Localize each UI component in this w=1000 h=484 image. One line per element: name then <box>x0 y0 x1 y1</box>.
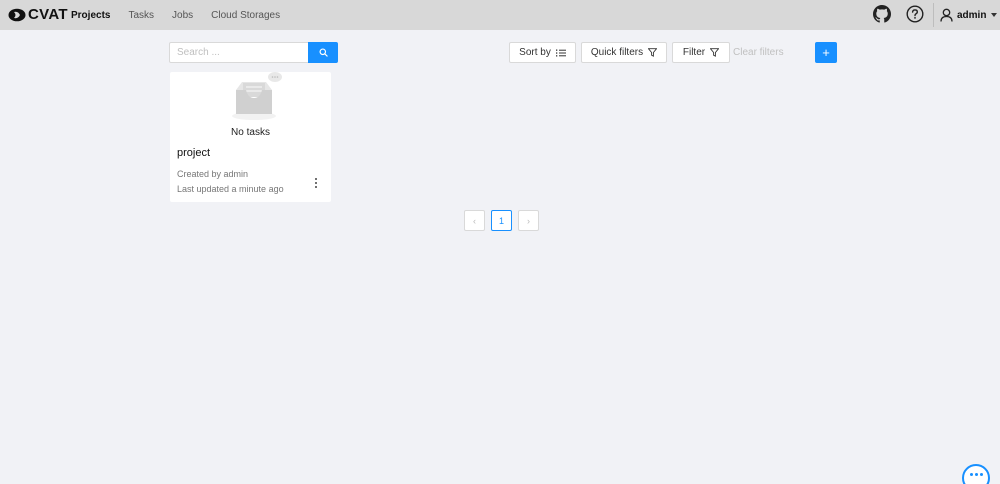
filter-icon <box>648 48 658 57</box>
empty-inbox-icon <box>232 72 282 120</box>
dot <box>969 472 973 476</box>
nav-cloud-storages[interactable]: Cloud Storages <box>211 10 280 21</box>
dot <box>974 472 978 476</box>
chevron-down-icon <box>991 13 998 17</box>
search-icon <box>318 48 328 57</box>
main-nav: Projects Tasks Jobs Cloud Storages <box>71 0 298 30</box>
user-icon <box>940 8 953 22</box>
pagination-next-button[interactable]: › <box>518 210 539 231</box>
project-card[interactable]: No tasks project Created by admin Last u… <box>170 72 331 202</box>
pagination-page-1[interactable]: 1 <box>491 210 512 231</box>
header-divider <box>933 3 934 27</box>
project-preview[interactable]: No tasks <box>170 72 331 142</box>
cvat-logo[interactable]: CVAT <box>8 7 68 23</box>
quick-filters-label: Quick filters <box>590 47 644 58</box>
add-project-button[interactable]: + <box>815 42 837 63</box>
user-menu[interactable]: admin <box>940 7 998 23</box>
project-created-by: Created by admin <box>177 169 249 179</box>
help-icon[interactable] <box>906 5 924 23</box>
project-actions-menu-icon[interactable] <box>311 176 321 190</box>
user-name: admin <box>957 9 987 21</box>
pagination-prev-button[interactable]: ‹ <box>464 210 485 231</box>
floating-chat-button[interactable] <box>962 464 990 484</box>
cvat-eye-icon <box>8 8 26 22</box>
sort-button[interactable]: Sort by <box>509 42 576 63</box>
no-tasks-text: No tasks <box>231 127 270 138</box>
search-button[interactable] <box>308 42 338 63</box>
project-last-updated: Last updated a minute ago <box>177 184 284 194</box>
github-icon[interactable] <box>873 5 891 23</box>
quick-filters-button[interactable]: Quick filters <box>581 42 667 63</box>
nav-tasks[interactable]: Tasks <box>128 10 154 21</box>
nav-jobs[interactable]: Jobs <box>172 10 193 21</box>
project-name[interactable]: project <box>177 147 210 159</box>
dot <box>979 472 983 476</box>
nav-projects[interactable]: Projects <box>71 10 110 21</box>
top-bar: CVAT Projects Tasks Jobs Cloud Storages … <box>0 0 1000 30</box>
search-input[interactable] <box>169 42 309 63</box>
filter-label: Filter <box>682 47 706 58</box>
logo-text: CVAT <box>28 6 68 23</box>
sort-label: Sort by <box>519 47 551 58</box>
sort-list-icon <box>555 49 566 56</box>
filter-icon <box>710 48 720 57</box>
clear-filters-button[interactable]: Clear filters <box>733 42 784 63</box>
filter-button[interactable]: Filter <box>672 42 730 63</box>
